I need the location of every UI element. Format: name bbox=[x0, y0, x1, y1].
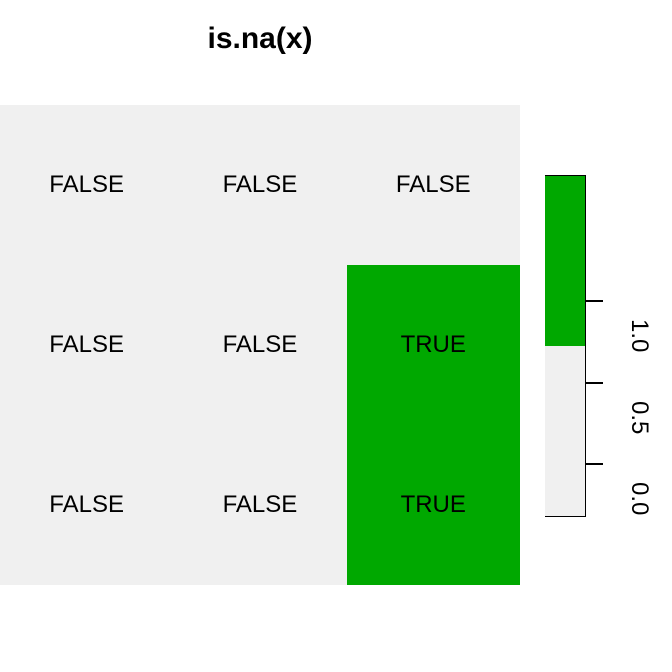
legend-tick bbox=[585, 300, 603, 302]
legend-tick-label: 0.5 bbox=[625, 401, 653, 434]
cell-1-1: FALSE bbox=[173, 265, 346, 425]
legend-true-color bbox=[545, 176, 585, 346]
cell-label: FALSE bbox=[223, 171, 298, 199]
cell-label: TRUE bbox=[401, 331, 466, 359]
heatmap-grid: FALSE FALSE FALSE FALSE FALSE TRUE FALSE… bbox=[0, 105, 520, 585]
legend-tick bbox=[585, 382, 603, 384]
legend-false-color bbox=[545, 346, 585, 516]
cell-label: FALSE bbox=[49, 331, 124, 359]
color-legend bbox=[545, 175, 586, 517]
cell-2-1: FALSE bbox=[173, 425, 346, 585]
cell-2-0: FALSE bbox=[0, 425, 173, 585]
cell-0-2: FALSE bbox=[347, 105, 520, 265]
cell-label: FALSE bbox=[396, 171, 471, 199]
cell-0-1: FALSE bbox=[173, 105, 346, 265]
cell-1-0: FALSE bbox=[0, 265, 173, 425]
cell-2-2: TRUE bbox=[347, 425, 520, 585]
legend-tick-label: 1.0 bbox=[625, 319, 653, 352]
cell-label: TRUE bbox=[401, 491, 466, 519]
cell-label: FALSE bbox=[223, 331, 298, 359]
cell-label: FALSE bbox=[49, 171, 124, 199]
legend-tick-label: 0.0 bbox=[625, 482, 653, 515]
chart-title: is.na(x) bbox=[0, 22, 520, 56]
cell-0-0: FALSE bbox=[0, 105, 173, 265]
cell-1-2: TRUE bbox=[347, 265, 520, 425]
legend-tick bbox=[585, 463, 603, 465]
cell-label: FALSE bbox=[223, 491, 298, 519]
chart-container: is.na(x) FALSE FALSE FALSE FALSE FALSE T… bbox=[0, 0, 672, 672]
cell-label: FALSE bbox=[49, 491, 124, 519]
